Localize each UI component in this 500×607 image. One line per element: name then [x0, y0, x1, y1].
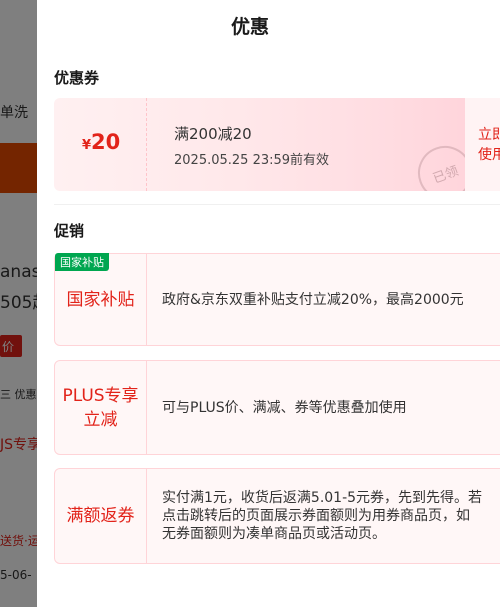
promo-desc: 政府&京东双重补贴支付立减20%，最高2000元 [162, 291, 464, 308]
currency-symbol: ¥ [82, 138, 92, 153]
promo-section-label: 促销 [54, 222, 85, 240]
coupon-amount: ¥20 [82, 130, 120, 154]
section-divider [54, 204, 500, 205]
discount-drawer: 优惠 优惠券 ¥20 满200减20 2025.05.25 23:59前有效 已… [37, 0, 500, 607]
national-subsidy-badge: 国家补贴 [55, 253, 109, 271]
coupon-value: 20 [91, 130, 121, 154]
drawer-title: 优惠 [230, 16, 269, 38]
promo-item-coupon-return[interactable]: 满额返券 实付满1元，收货后返满5.01-5元券，先到先得。若点击跳转后的页面展… [54, 468, 500, 564]
promo-name: PLUS专享立减 [55, 361, 147, 454]
promo-desc: 可与PLUS价、满减、券等优惠叠加使用 [162, 399, 407, 416]
stamp-text: 已领 [430, 163, 461, 187]
promo-item-national-subsidy[interactable]: 国家补贴 政府&京东双重补贴支付立减20%，最高2000元 国家补贴 [54, 253, 500, 346]
coupon-condition: 满200减20 [174, 125, 252, 143]
coupon-section-label: 优惠券 [54, 69, 100, 87]
use-coupon-button[interactable]: 立即使用 [465, 98, 500, 191]
promo-item-plus-discount[interactable]: PLUS专享立减 可与PLUS价、满减、券等优惠叠加使用 › [54, 360, 500, 455]
promo-name: 满额返券 [55, 469, 147, 563]
promo-desc: 实付满1元，收货后返满5.01-5元券，先到先得。若点击跳转后的页面展示券面额则… [162, 490, 483, 542]
coupon-divider [146, 98, 147, 191]
use-coupon-label: 立即使用 [478, 127, 500, 163]
coupon-expiry: 2025.05.25 23:59前有效 [174, 153, 330, 168]
coupon-card: ¥20 满200减20 2025.05.25 23:59前有效 已领 立即使用 [54, 98, 500, 191]
